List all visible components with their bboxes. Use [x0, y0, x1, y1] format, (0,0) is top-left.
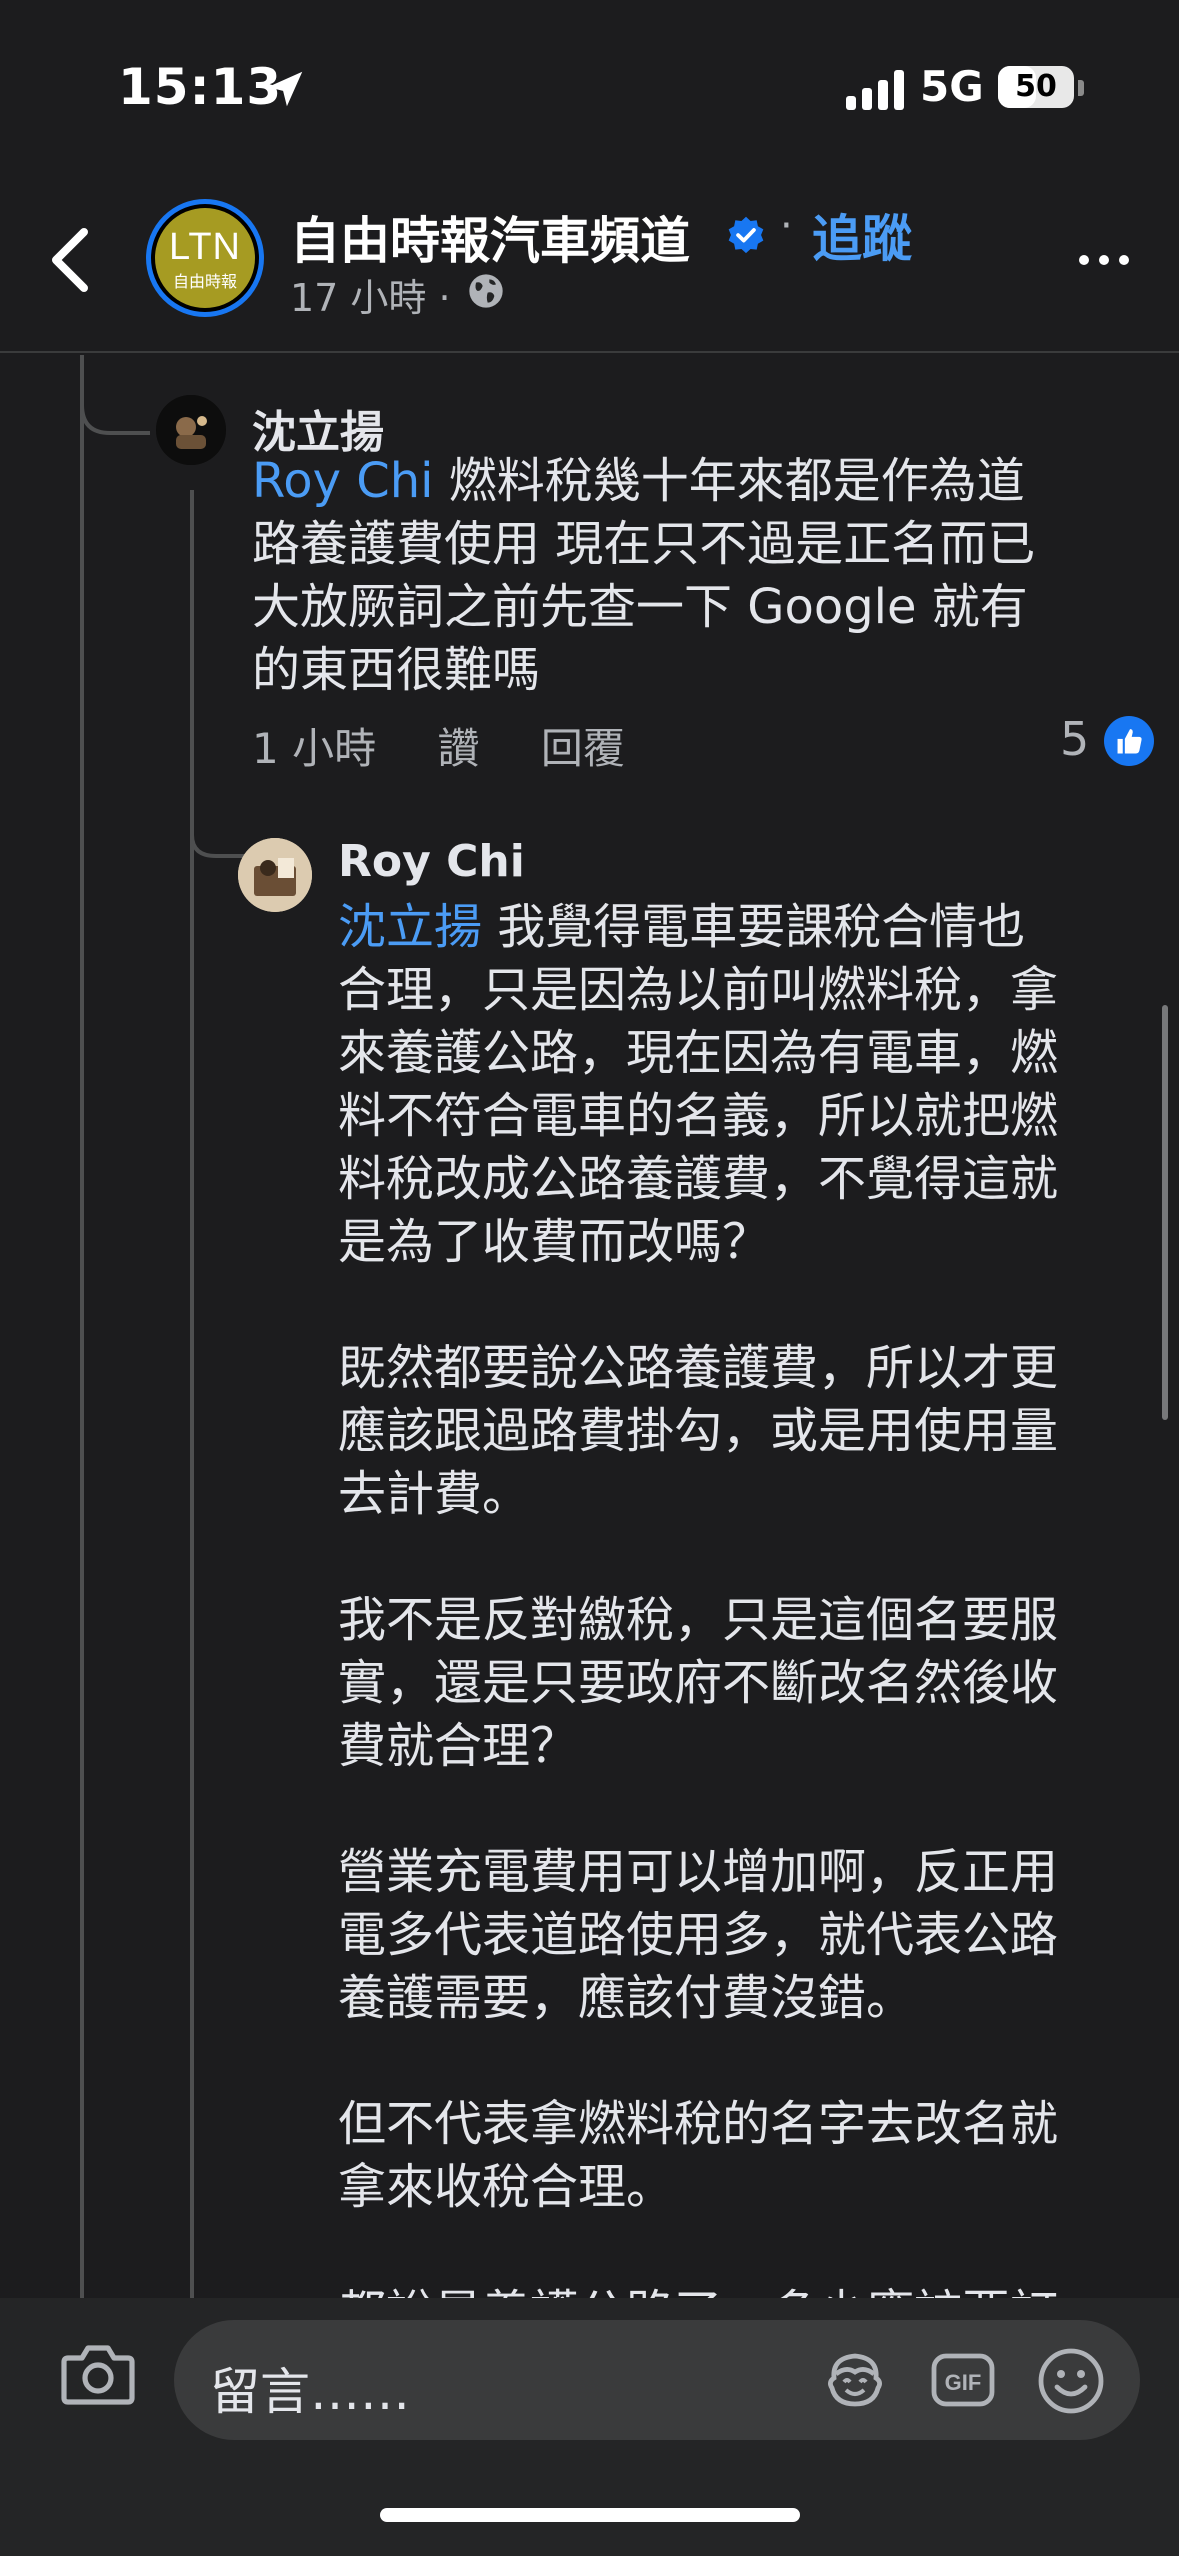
thread-connector-reply — [190, 780, 250, 858]
like-button[interactable]: 讚 — [437, 724, 479, 773]
avatar-logo: LTN 自由時報 — [155, 208, 255, 308]
separator-dot: · — [780, 203, 793, 249]
comment-placeholder: 留言…… — [210, 2363, 410, 2421]
more-options-button[interactable] — [1074, 245, 1134, 275]
comment-composer: 留言…… GIF — [0, 2298, 1179, 2556]
comment-text: Roy Chi 燃料稅幾十年來都是作為道 路養護費使用 現在只不過是正名而已 大… — [252, 450, 1132, 702]
screen: 15:13 5G 50 LTN 自由時報 自由時報汽車頻道 · 追蹤 17 小時… — [0, 0, 1179, 2556]
camera-icon[interactable] — [60, 2342, 136, 2408]
reply-button[interactable]: 回覆 — [541, 724, 625, 773]
battery-icon: 50 — [998, 66, 1074, 108]
commenter-avatar[interactable] — [156, 395, 226, 465]
emoji-icon[interactable] — [1036, 2346, 1106, 2416]
verified-badge-icon — [728, 216, 764, 254]
avatar-photo-icon — [238, 838, 312, 912]
commenter-avatar[interactable] — [238, 838, 312, 912]
gif-button[interactable]: GIF — [930, 2350, 996, 2410]
follow-button[interactable]: 追蹤 — [812, 199, 912, 271]
signal-bars-icon — [846, 70, 904, 110]
comment-body: 我覺得電車要課稅合情也 合理，只是因為以前叫燃料稅，拿 來養護公路，現在因為有電… — [338, 899, 1059, 2341]
avatar-sticker-icon[interactable] — [822, 2350, 888, 2410]
comment-input[interactable]: 留言…… GIF — [174, 2320, 1140, 2440]
gif-icon: GIF — [931, 2353, 995, 2407]
network-type: 5G — [920, 62, 984, 111]
page-avatar[interactable]: LTN 自由時報 — [146, 199, 264, 317]
battery-percent: 50 — [1015, 69, 1057, 104]
thumbs-up-icon — [1117, 729, 1142, 754]
thread-line-inner — [190, 490, 194, 2300]
page-name[interactable]: 自由時報汽車頻道 — [290, 201, 690, 273]
globe-icon — [469, 274, 503, 308]
comment-text: 沈立揚 我覺得電車要課稅合情也 合理，只是因為以前叫燃料稅，拿 來養護公路，現在… — [338, 896, 1148, 2345]
commenter-name[interactable]: Roy Chi — [338, 836, 525, 887]
post-time: 17 小時 · — [290, 276, 451, 320]
comment-meta: 1 小時 讚 回覆 — [252, 715, 673, 776]
avatar-logo-text: LTN — [169, 226, 241, 268]
thread-connector — [80, 355, 150, 435]
post-header: LTN 自由時報 自由時報汽車頻道 · 追蹤 17 小時 · — [0, 175, 1179, 353]
mention-link[interactable]: Roy Chi — [252, 453, 434, 509]
mention-link[interactable]: 沈立揚 — [338, 899, 482, 955]
avatar-photo-icon — [156, 395, 226, 465]
scrollbar[interactable] — [1162, 1005, 1168, 1420]
battery-cap — [1078, 80, 1084, 96]
like-count[interactable]: 5 — [1060, 712, 1089, 766]
status-time: 15:13 — [118, 58, 283, 116]
location-arrow-icon — [267, 71, 303, 107]
comment-time: 1 小時 — [252, 724, 377, 773]
thread-line-outer — [80, 355, 84, 2300]
like-reaction-badge — [1104, 716, 1154, 766]
gif-label: GIF — [945, 2370, 982, 2395]
status-bar: 15:13 5G 50 — [0, 0, 1179, 175]
back-button[interactable] — [40, 220, 100, 300]
home-indicator[interactable] — [380, 2508, 800, 2522]
avatar-logo-subtext: 自由時報 — [172, 272, 237, 291]
